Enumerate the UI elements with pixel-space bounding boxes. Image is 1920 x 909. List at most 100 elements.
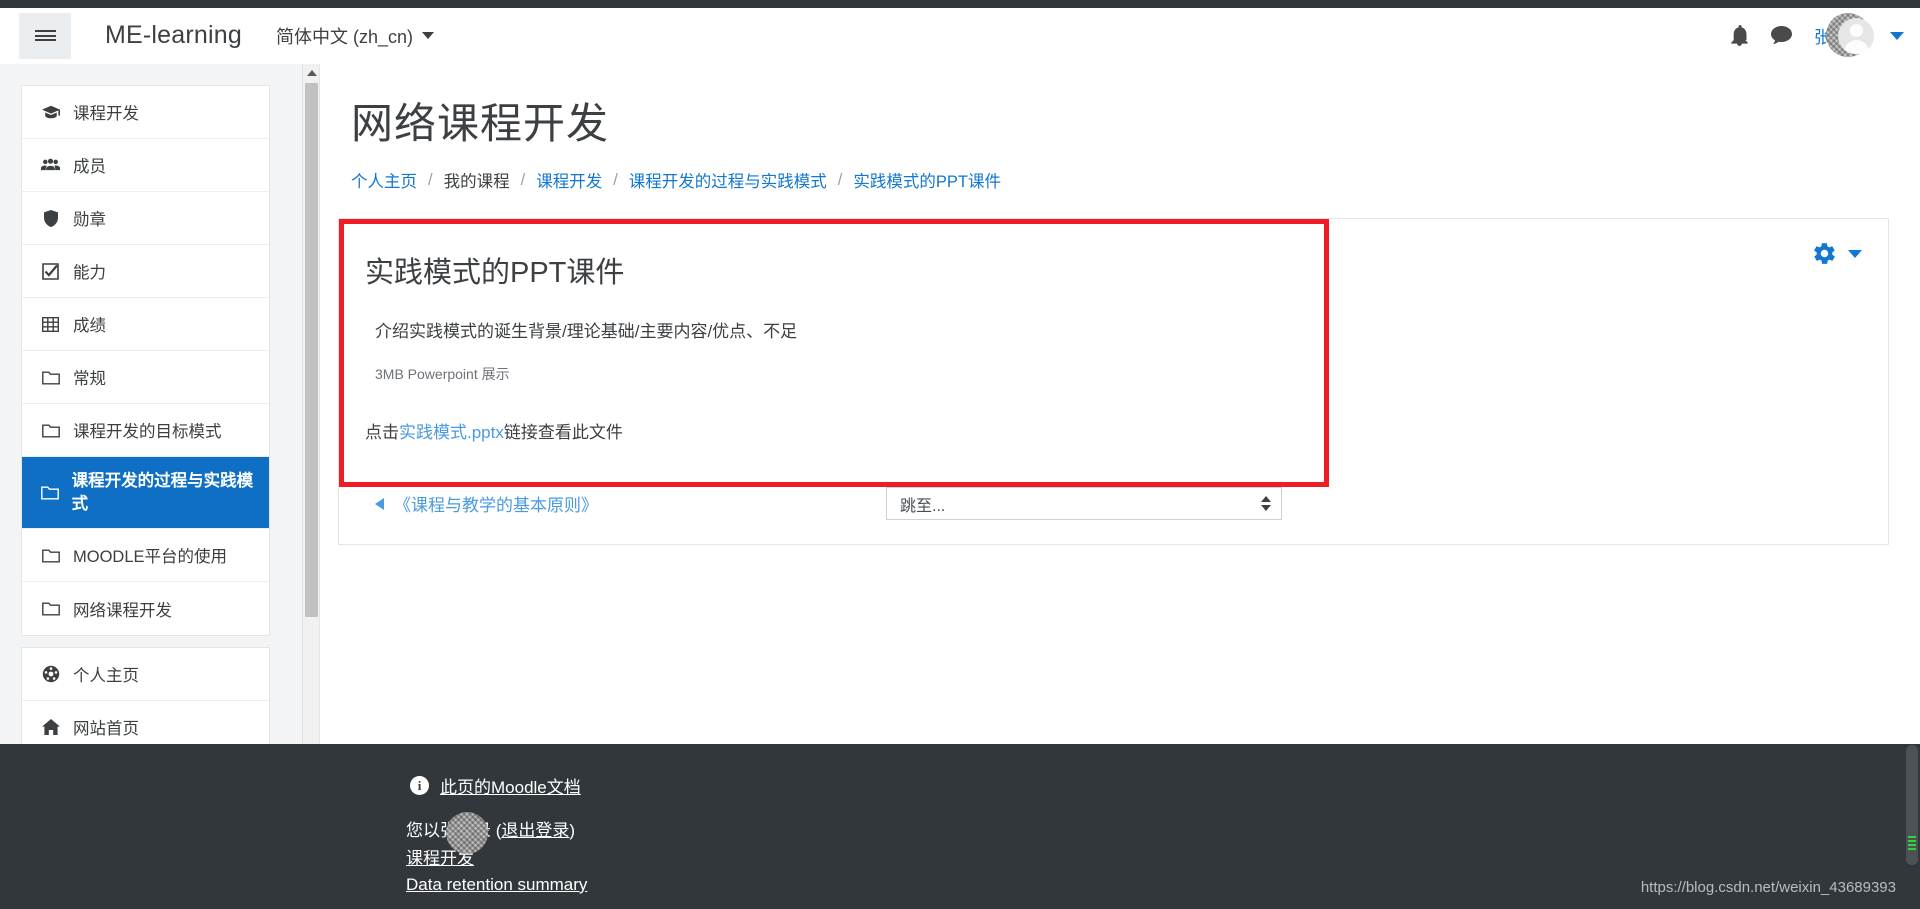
sidebar-item-dashboard[interactable]: 个人主页 <box>22 648 269 701</box>
resource-suffix: 链接查看此文件 <box>504 423 623 442</box>
sidebar-item-label: MOODLE平台的使用 <box>73 543 227 567</box>
user-menu[interactable]: 张 <box>1814 18 1904 54</box>
resource-file-link[interactable]: 实践模式.pptx <box>399 423 504 442</box>
sidebar-item-competencies[interactable]: 能力 <box>22 245 269 298</box>
shield-icon <box>40 210 61 227</box>
dashboard-icon <box>40 665 61 683</box>
sidebar-item-badges[interactable]: 勋章 <box>22 192 269 245</box>
sidebar-item-label: 能力 <box>73 259 106 283</box>
chevron-down-icon <box>422 32 434 39</box>
login-suffix: ) <box>569 821 575 840</box>
sidebar-item-label: 课程开发的过程与实践模式 <box>72 470 257 515</box>
sidebar-item-grades[interactable]: 成绩 <box>22 298 269 351</box>
main-content: 网络课程开发 个人主页 / 我的课程 / 课程开发 / 课程开发的过程与实践模式… <box>320 64 1920 744</box>
sidebar-item-members[interactable]: 成员 <box>22 139 269 192</box>
breadcrumb-separator: / <box>613 171 618 190</box>
resource-link-line: 点击实践模式.pptx链接查看此文件 <box>365 418 1862 443</box>
info-icon: i <box>410 776 429 795</box>
sidebar-item-label: 网站首页 <box>73 715 139 739</box>
sidebar-item-process-practice-mode[interactable]: 课程开发的过程与实践模式 <box>22 457 269 529</box>
moodle-docs-row: i 此页的Moodle文档 <box>410 773 1920 798</box>
caret-down-icon[interactable] <box>1890 32 1904 40</box>
check-square-icon <box>40 263 61 280</box>
hamburger-menu-icon[interactable] <box>19 13 71 59</box>
caret-down-icon[interactable] <box>1848 250 1862 258</box>
top-navigation-bar: ME-learning 简体中文 (zh_cn) 张 <box>0 8 1920 64</box>
sidebar-item-online-course-development[interactable]: 网络课程开发 <box>22 582 269 635</box>
sidebar-course-block: 课程开发 成员 勋章 <box>21 85 270 636</box>
graduation-cap-icon <box>40 105 61 119</box>
home-icon <box>40 719 61 735</box>
arrow-left-icon <box>375 498 384 510</box>
gear-icon[interactable] <box>1812 241 1837 266</box>
sidebar-item-label: 课程开发 <box>73 100 139 124</box>
previous-activity-link[interactable]: 《课程与教学的基本原则》 <box>375 491 598 516</box>
logout-link[interactable]: 退出登录 <box>501 821 569 840</box>
activity-title: 实践模式的PPT课件 <box>365 249 1862 291</box>
folder-icon <box>40 601 61 616</box>
footer: i 此页的Moodle文档 您以张登录 (退出登录) 课程开发 Data ret… <box>320 744 1920 909</box>
breadcrumb-item-section[interactable]: 课程开发的过程与实践模式 <box>629 168 827 192</box>
activity-intro: 介绍实践模式的诞生背景/理论基础/主要内容/优点、不足 <box>375 317 1862 342</box>
sidebar-item-label: 网络课程开发 <box>73 597 172 621</box>
data-retention-link[interactable]: Data retention summary <box>406 875 587 894</box>
topbar-accent-strip <box>0 0 1920 8</box>
page-scrollbar[interactable] <box>1903 0 1920 909</box>
site-brand-title[interactable]: ME-learning <box>105 21 242 50</box>
breadcrumb-separator: / <box>428 171 433 190</box>
resource-prefix: 点击 <box>365 423 399 442</box>
sidebar-item-target-mode[interactable]: 课程开发的目标模式 <box>22 404 269 457</box>
sidebar-item-label: 课程开发的目标模式 <box>73 418 222 442</box>
footer-course-row: 课程开发 <box>406 844 1920 869</box>
sidebar-scrollbar-thumb[interactable] <box>305 83 318 617</box>
jump-to-placeholder: 跳至... <box>900 492 945 516</box>
previous-activity-label: 《课程与教学的基本原则》 <box>394 491 598 516</box>
bell-icon[interactable] <box>1730 25 1749 46</box>
moodle-docs-link[interactable]: 此页的Moodle文档 <box>440 773 581 798</box>
topbar-right-group: 张 <box>1730 18 1904 54</box>
breadcrumb-separator: / <box>838 171 843 190</box>
jump-to-select[interactable]: 跳至... <box>886 487 1282 520</box>
chat-bubble-icon[interactable] <box>1771 26 1792 45</box>
sidebar-item-general[interactable]: 常规 <box>22 351 269 404</box>
breadcrumb: 个人主页 / 我的课程 / 课程开发 / 课程开发的过程与实践模式 / 实践模式… <box>351 168 1920 192</box>
language-label: 简体中文 (zh_cn) <box>276 23 413 49</box>
sidebar-item-label: 成绩 <box>73 312 106 336</box>
sidebar-item-course-development[interactable]: 课程开发 <box>22 86 269 139</box>
sidebar-item-label: 勋章 <box>73 206 106 230</box>
sidebar-item-label: 常规 <box>73 365 106 389</box>
breadcrumb-item-home[interactable]: 个人主页 <box>351 168 417 192</box>
folder-icon <box>40 485 60 500</box>
footer-left-padding <box>0 744 320 909</box>
login-info: 您以张登录 (退出登录) <box>406 820 1920 843</box>
table-grid-icon <box>40 317 61 332</box>
sidebar-item-label: 个人主页 <box>73 662 139 686</box>
page-body: 课程开发 成员 勋章 <box>0 64 1920 909</box>
avatar <box>1838 18 1874 54</box>
user-display-name: 张 <box>1814 23 1832 48</box>
folder-icon <box>40 548 61 563</box>
breadcrumb-item-activity[interactable]: 实践模式的PPT课件 <box>853 168 1001 192</box>
breadcrumb-item-course[interactable]: 课程开发 <box>536 168 602 192</box>
activity-navigation: 《课程与教学的基本原则》 跳至... <box>365 487 1862 520</box>
settings-menu[interactable] <box>1812 241 1862 266</box>
breadcrumb-separator: / <box>521 171 526 190</box>
breadcrumb-item-my-courses: 我的课程 <box>444 168 510 192</box>
language-selector[interactable]: 简体中文 (zh_cn) <box>276 23 434 49</box>
up-down-stepper-icon[interactable] <box>1261 496 1271 511</box>
page-scrollbar-grip <box>1908 836 1916 852</box>
page-header: 网络课程开发 个人主页 / 我的课程 / 课程开发 / 课程开发的过程与实践模式… <box>320 64 1920 192</box>
sidebar-item-moodle-usage[interactable]: MOODLE平台的使用 <box>22 529 269 582</box>
users-icon <box>40 158 61 172</box>
folder-icon <box>40 423 61 438</box>
watermark: https://blog.csdn.net/weixin_43689393 <box>1641 879 1896 896</box>
page-title: 网络课程开发 <box>351 90 1920 151</box>
activity-region: 实践模式的PPT课件 介绍实践模式的诞生背景/理论基础/主要内容/优点、不足 3… <box>338 218 1889 545</box>
blurred-name-overlay <box>446 812 488 854</box>
sidebar-item-label: 成员 <box>73 153 106 177</box>
file-meta: 3MB Powerpoint 展示 <box>375 364 1862 384</box>
triangle-up-icon[interactable] <box>303 64 320 81</box>
login-prefix: 您以 <box>406 821 440 840</box>
activity-body: 实践模式的PPT课件 介绍实践模式的诞生背景/理论基础/主要内容/优点、不足 3… <box>339 219 1888 544</box>
folder-icon <box>40 370 61 385</box>
